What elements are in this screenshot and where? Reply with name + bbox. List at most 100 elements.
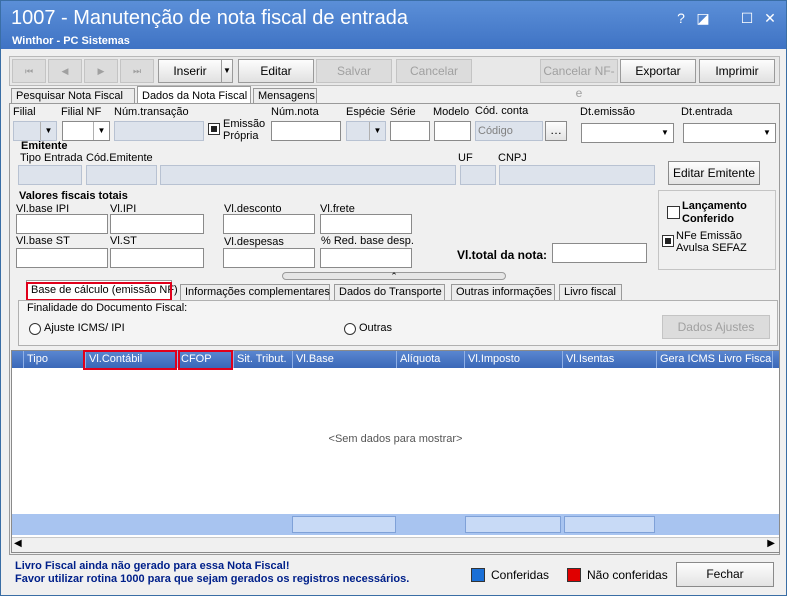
- subtab-transporte[interactable]: Dados do Transporte: [334, 284, 445, 300]
- ajuste-icms-radio[interactable]: [29, 323, 41, 335]
- editar-button[interactable]: Editar: [238, 59, 314, 83]
- subtab-info-complementares[interactable]: Informações complementares: [180, 284, 330, 300]
- conferidas-label: Conferidas: [491, 568, 550, 582]
- num-nota-label: Núm.nota: [271, 106, 319, 118]
- highlight-cfop: [178, 350, 233, 370]
- inserir-dropdown-icon[interactable]: ▼: [221, 59, 233, 83]
- serie-label: Série: [390, 106, 416, 118]
- cod-conta-field[interactable]: Código: [475, 121, 543, 141]
- col-tipo[interactable]: Tipo: [23, 351, 85, 368]
- restore-icon[interactable]: ◪: [693, 9, 713, 27]
- vl-total-field[interactable]: [552, 243, 647, 263]
- col-aliquota[interactable]: Alíquota: [396, 351, 464, 368]
- next-record-icon[interactable]: ▶: [84, 59, 118, 83]
- title-bar: 1007 - Manutenção de nota fiscal de entr…: [1, 1, 786, 49]
- cod-conta-lookup-button[interactable]: …: [545, 121, 567, 141]
- salvar-button[interactable]: Salvar: [316, 59, 392, 83]
- vl-st-field[interactable]: [110, 248, 204, 268]
- especie-select[interactable]: ▼: [346, 121, 386, 141]
- emissao-propria-checkbox[interactable]: [208, 123, 220, 135]
- red-base-label: % Red. base desp.: [321, 235, 414, 247]
- uf-label: UF: [458, 152, 473, 164]
- especie-label: Espécie: [346, 106, 386, 118]
- cnpj-field[interactable]: [499, 165, 655, 185]
- cod-emitente-label: Cód.Emitente: [86, 152, 153, 164]
- last-record-icon[interactable]: ⏭: [120, 59, 154, 83]
- serie-field[interactable]: [390, 121, 430, 141]
- highlight-base-calculo-tab: [26, 282, 172, 301]
- modelo-field[interactable]: [434, 121, 471, 141]
- vl-despesas-field[interactable]: [223, 248, 315, 268]
- exportar-button[interactable]: Exportar: [620, 59, 696, 83]
- tab-mensagens[interactable]: Mensagens: [253, 88, 317, 104]
- dt-entrada-label: Dt.entrada: [681, 106, 733, 118]
- tab-pesquisar[interactable]: Pesquisar Nota Fiscal: [11, 88, 135, 104]
- nao-conferidas-label: Não conferidas: [587, 568, 668, 582]
- chevron-down-icon: ▼: [93, 122, 109, 140]
- uf-field[interactable]: [460, 165, 496, 185]
- dados-ajustes-button[interactable]: Dados Ajustes: [662, 315, 770, 339]
- highlight-vl-contabil: [83, 350, 177, 370]
- status-message-1: Livro Fiscal ainda não gerado para essa …: [15, 560, 290, 572]
- red-base-field[interactable]: [320, 248, 412, 268]
- grid-horizontal-scrollbar[interactable]: ◀ ▶: [12, 537, 779, 552]
- col-vl-imposto[interactable]: Vl.Imposto: [464, 351, 562, 368]
- vl-desconto-field[interactable]: [223, 214, 315, 234]
- col-overflow: [772, 351, 779, 368]
- first-record-icon[interactable]: ⏮: [12, 59, 46, 83]
- finalidade-label: Finalidade do Documento Fiscal:: [27, 302, 188, 314]
- grid-empty-message: <Sem dados para mostrar>: [328, 433, 463, 445]
- col-sit-tribut[interactable]: Sit. Tribut.: [233, 351, 292, 368]
- outras-label: Outras: [359, 322, 393, 334]
- vl-frete-field[interactable]: [320, 214, 412, 234]
- splitter-handle[interactable]: ⌃: [282, 272, 506, 281]
- toolbar: ⏮ ◀ ▶ ⏭ Inserir ▼ Editar Salvar Cancelar…: [9, 56, 780, 100]
- num-nota-field[interactable]: [271, 121, 341, 141]
- filial-select[interactable]: ▼: [13, 121, 57, 141]
- col-vl-base[interactable]: Vl.Base: [292, 351, 396, 368]
- dt-entrada-field[interactable]: ▼: [683, 123, 776, 143]
- prev-record-icon[interactable]: ◀: [48, 59, 82, 83]
- filial-label: Filial: [13, 106, 36, 118]
- close-icon[interactable]: ✕: [760, 9, 780, 27]
- subtab-livro-fiscal[interactable]: Livro fiscal: [559, 284, 622, 300]
- cod-emitente-field[interactable]: [86, 165, 157, 185]
- vl-ipi-field[interactable]: [110, 214, 204, 234]
- chevron-down-icon: ▼: [661, 128, 669, 137]
- scroll-left-icon[interactable]: ◀: [14, 538, 22, 549]
- imprimir-button[interactable]: Imprimir: [699, 59, 775, 83]
- cod-conta-label: Cód. conta: [475, 105, 529, 117]
- nfe-avulsa-label: NFe Emissão Avulsa SEFAZ: [676, 230, 747, 254]
- cancelar-nfe-button[interactable]: Cancelar NF-e: [540, 59, 618, 100]
- num-transacao-label: Núm.transação: [114, 106, 189, 118]
- inserir-button[interactable]: Inserir: [158, 59, 222, 83]
- chevron-down-icon: ▼: [40, 122, 56, 140]
- emissao-propria-label: Emissão Própria: [223, 118, 266, 142]
- num-transacao-field[interactable]: [114, 121, 204, 141]
- main-window: 1007 - Manutenção de nota fiscal de entr…: [0, 0, 787, 596]
- emitente-title: Emitente: [21, 140, 68, 152]
- vl-base-st-label: Vl.base ST: [16, 235, 70, 247]
- grid-summary-row: [12, 514, 779, 535]
- col-gera-icms[interactable]: Gera ICMS Livro Fiscal: [656, 351, 772, 368]
- col-vl-isentas[interactable]: Vl.Isentas: [562, 351, 656, 368]
- maximize-icon[interactable]: ☐: [737, 9, 757, 27]
- outras-radio[interactable]: [344, 323, 356, 335]
- vl-base-st-field[interactable]: [16, 248, 108, 268]
- lancamento-conferido-checkbox[interactable]: [667, 206, 680, 219]
- subtab-outras-info[interactable]: Outras informações: [451, 284, 555, 300]
- scroll-right-icon[interactable]: ▶: [767, 538, 775, 549]
- filial-nf-select[interactable]: ▼: [62, 121, 110, 141]
- nfe-avulsa-checkbox[interactable]: [662, 235, 674, 247]
- status-message-2: Favor utilizar rotina 1000 para que seja…: [15, 573, 410, 585]
- tipo-entrada-field[interactable]: [18, 165, 82, 185]
- tipo-entrada-label: Tipo Entrada: [20, 152, 83, 164]
- help-icon[interactable]: ?: [671, 9, 691, 27]
- window-title: 1007 - Manutenção de nota fiscal de entr…: [11, 7, 408, 29]
- emitente-name-field[interactable]: [160, 165, 456, 185]
- vl-base-ipi-field[interactable]: [16, 214, 108, 234]
- cancelar-button[interactable]: Cancelar: [396, 59, 472, 83]
- dt-emissao-field[interactable]: ▼: [581, 123, 674, 143]
- editar-emitente-button[interactable]: Editar Emitente: [668, 161, 760, 185]
- fechar-button[interactable]: Fechar: [676, 562, 774, 587]
